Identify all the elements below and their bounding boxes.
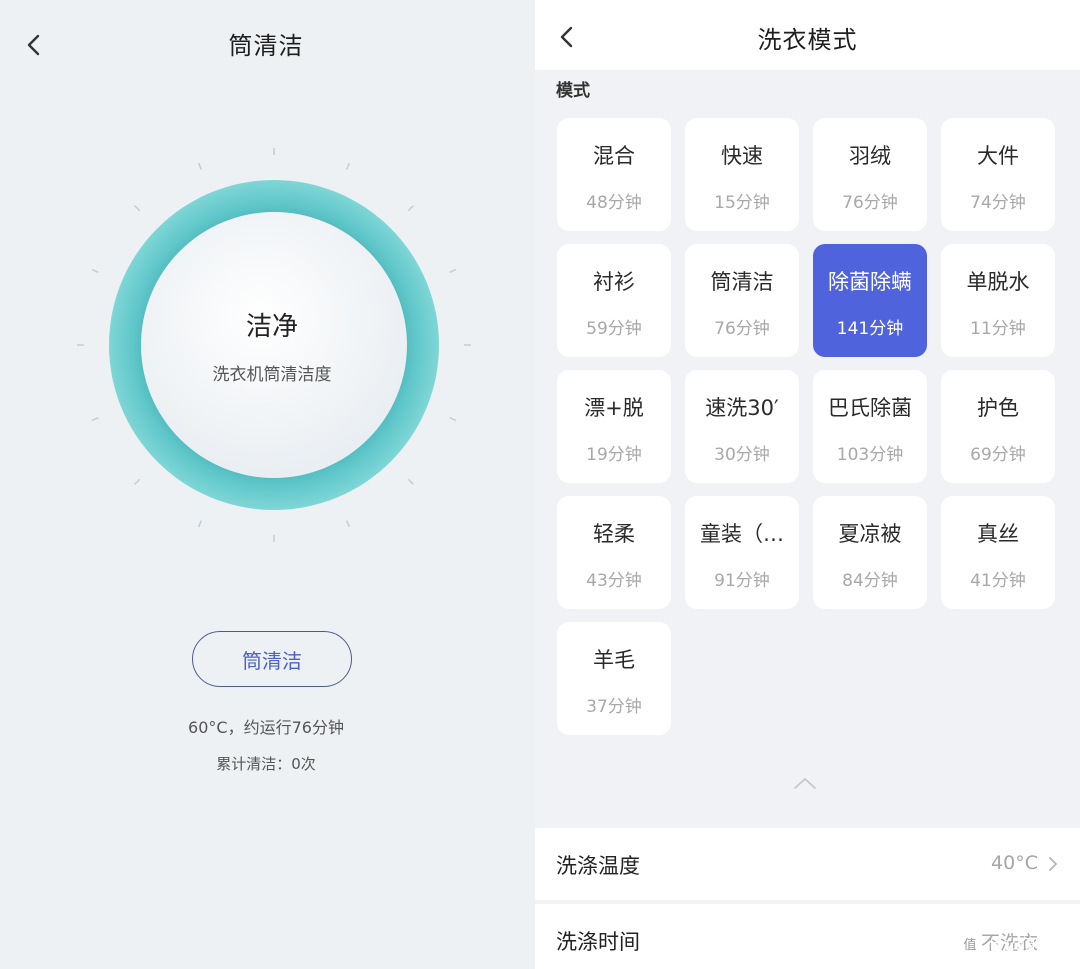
mode-card[interactable]: 快速 15分钟	[685, 118, 799, 231]
mode-name: 漂+脱	[584, 396, 644, 420]
mode-card[interactable]: 护色 69分钟	[941, 370, 1055, 483]
dial-tick	[197, 162, 202, 170]
mode-card[interactable]: 巴氏除菌 103分钟	[813, 370, 927, 483]
mode-card[interactable]: 单脱水 11分钟	[941, 244, 1055, 357]
mode-card[interactable]: 夏凉被 84分钟	[813, 496, 927, 609]
dial-tick	[449, 268, 457, 273]
mode-duration: 30分钟	[714, 445, 770, 465]
mode-duration: 15分钟	[714, 193, 770, 213]
mode-name: 夏凉被	[838, 522, 902, 546]
mode-card[interactable]: 羽绒 76分钟	[813, 118, 927, 231]
mode-duration: 141分钟	[836, 319, 904, 339]
wash-temperature-row[interactable]: 洗涤温度 40°C	[535, 828, 1080, 900]
mode-name: 衬衫	[593, 270, 635, 294]
dial-tick	[91, 417, 99, 422]
mode-name: 单脱水	[966, 270, 1030, 294]
dial-tick	[407, 205, 414, 212]
clean-count: 累计清洁：0次	[216, 755, 316, 773]
mode-card[interactable]: 漂+脱 19分钟	[557, 370, 671, 483]
dial-tick	[346, 162, 351, 170]
mode-duration: 48分钟	[586, 193, 642, 213]
setting-label: 洗涤时间	[556, 930, 640, 954]
dial-tick	[91, 268, 99, 273]
mode-card[interactable]: 除菌除螨 141分钟	[813, 244, 927, 357]
mode-name: 羊毛	[593, 648, 635, 672]
mode-name: 快速	[721, 144, 763, 168]
mode-name: 轻柔	[593, 522, 635, 546]
chevron-up-icon[interactable]	[793, 775, 817, 791]
mode-card[interactable]: 速洗30′ 30分钟	[685, 370, 799, 483]
wash-mode-screen: 洗衣模式 模式 混合 48分钟 快速 15分钟 羽绒 76分钟 大件 74分钟衬衫 59分钟 筒清…	[535, 0, 1080, 969]
mode-card[interactable]: 混合 48分钟	[557, 118, 671, 231]
mode-duration: 103分钟	[836, 445, 904, 465]
setting-label: 洗涤温度	[556, 854, 640, 878]
mode-duration: 43分钟	[586, 571, 642, 591]
dial-tick	[134, 478, 141, 485]
mode-name: 童装（…	[700, 522, 784, 546]
mode-duration: 19分钟	[586, 445, 642, 465]
watermark-text: 什么值得买	[987, 935, 1068, 954]
setting-value: 40°C	[991, 852, 1038, 874]
mode-card[interactable]: 羊毛 37分钟	[557, 622, 671, 735]
mode-card[interactable]: 轻柔 43分钟	[557, 496, 671, 609]
mode-name: 混合	[593, 144, 635, 168]
mode-name: 速洗30′	[705, 396, 779, 420]
mode-card[interactable]: 筒清洁 76分钟	[685, 244, 799, 357]
mode-name: 羽绒	[849, 144, 891, 168]
mode-name: 大件	[977, 144, 1019, 168]
cleanliness-dial: 洁净 洗衣机筒清洁度	[0, 0, 532, 700]
dial-face	[141, 212, 407, 478]
dial-tick	[346, 520, 351, 528]
dial-graphic	[77, 148, 471, 542]
dial-tick	[407, 478, 414, 485]
mode-name: 巴氏除菌	[828, 396, 912, 420]
header: 洗衣模式	[535, 0, 1080, 70]
watermark-logo: 值	[957, 931, 982, 955]
mode-name: 筒清洁	[710, 270, 774, 294]
mode-duration: 74分钟	[970, 193, 1026, 213]
mode-duration: 91分钟	[714, 571, 770, 591]
dial-tick	[134, 205, 141, 212]
mode-card[interactable]: 童装（… 91分钟	[685, 496, 799, 609]
mode-duration: 41分钟	[970, 571, 1026, 591]
dial-tick	[449, 417, 457, 422]
mode-card[interactable]: 衬衫 59分钟	[557, 244, 671, 357]
page-title: 洗衣模式	[757, 26, 858, 54]
mode-duration: 69分钟	[970, 445, 1026, 465]
mode-name: 除菌除螨	[828, 270, 912, 294]
mode-card[interactable]: 大件 74分钟	[941, 118, 1055, 231]
watermark: 值 什么值得买	[957, 931, 1068, 955]
chevron-right-icon	[1049, 857, 1058, 871]
cleanliness-status: 洁净	[245, 312, 298, 342]
mode-name: 护色	[977, 396, 1019, 420]
mode-duration: 84分钟	[842, 571, 898, 591]
dial-tick	[197, 520, 202, 528]
mode-card[interactable]: 真丝 41分钟	[941, 496, 1055, 609]
mode-duration: 76分钟	[842, 193, 898, 213]
mode-duration: 59分钟	[586, 319, 642, 339]
mode-name: 真丝	[977, 522, 1019, 546]
tub-clean-button[interactable]: 筒清洁	[192, 631, 352, 687]
mode-section-label: 模式	[556, 81, 590, 101]
cleanliness-caption: 洗衣机筒清洁度	[212, 365, 332, 385]
mode-duration: 11分钟	[970, 319, 1026, 339]
run-info: 60°C，约运行76分钟	[188, 718, 344, 737]
mode-duration: 76分钟	[714, 319, 770, 339]
mode-duration: 37分钟	[586, 697, 642, 717]
tub-clean-screen: 筒清洁 洁净 洗衣机筒清洁度 筒清洁 60°C，约运行76分钟 累计清洁：0次	[0, 0, 532, 969]
